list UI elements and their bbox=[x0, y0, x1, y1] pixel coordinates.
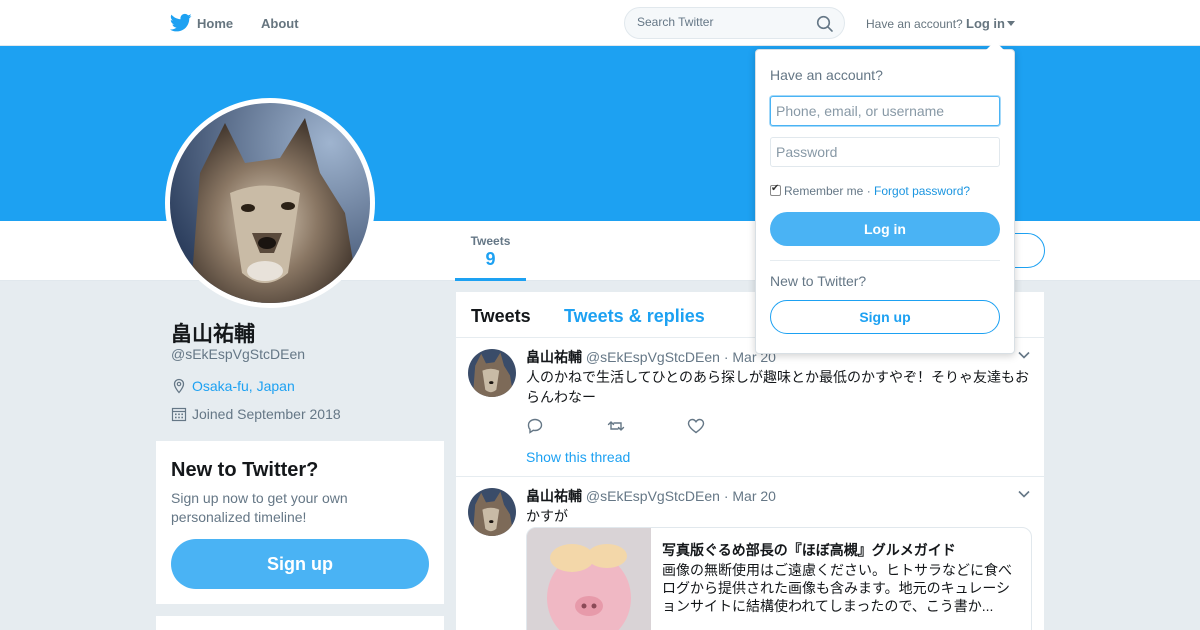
reply-icon[interactable] bbox=[526, 417, 544, 435]
password-field[interactable] bbox=[770, 137, 1000, 167]
username-field[interactable] bbox=[770, 96, 1000, 126]
nav-about-link[interactable]: About bbox=[261, 16, 299, 31]
tweet[interactable]: 畠山祐輔 @sEkEspVgStcDEen · Mar 20 かすが 写真版ぐる… bbox=[456, 477, 1044, 630]
profile-joined-text: Joined September 2018 bbox=[192, 406, 341, 422]
location-icon bbox=[173, 378, 185, 394]
tweet[interactable]: 畠山祐輔 @sEkEspVgStcDEen · Mar 20 人のかねで生活して… bbox=[456, 338, 1044, 477]
login-dropdown: Have an account? Remember me · Forgot pa… bbox=[755, 41, 1015, 354]
tweet-avatar[interactable] bbox=[468, 349, 516, 397]
tweets-stat[interactable]: Tweets 9 bbox=[455, 221, 526, 281]
search-box[interactable] bbox=[624, 7, 845, 39]
tweet-avatar[interactable] bbox=[468, 488, 516, 536]
tweets-stat-label[interactable]: Tweets bbox=[455, 234, 526, 248]
login-button[interactable]: Log in bbox=[770, 212, 1000, 246]
twitter-bird-icon[interactable] bbox=[170, 13, 192, 33]
link-preview-card[interactable]: 写真版ぐるめ部長の『ほぼ高槻』グルメガイド 画像の無断使用はご遠慮ください。ヒト… bbox=[526, 527, 1032, 630]
profile-name[interactable]: 畠山祐輔 bbox=[171, 318, 255, 348]
dropdown-divider bbox=[770, 260, 1000, 261]
like-icon[interactable] bbox=[687, 417, 705, 435]
sidebar-next-card bbox=[156, 616, 444, 630]
tweet-header: 畠山祐輔 @sEkEspVgStcDEen · Mar 20 bbox=[526, 486, 776, 506]
remember-me-row: Remember me · Forgot password? bbox=[770, 183, 970, 198]
nav-home-link[interactable]: Home bbox=[197, 16, 233, 31]
new-to-twitter-title: New to Twitter? bbox=[171, 459, 319, 481]
tweet-author-name[interactable]: 畠山祐輔 bbox=[526, 349, 582, 365]
new-to-twitter-text: Sign up now to get your own personalized… bbox=[171, 490, 348, 525]
calendar-icon bbox=[171, 407, 187, 422]
avatar-wolf-image bbox=[170, 103, 370, 303]
tweet-text: 人のかねで生活してひとのあら探しが趣味とか最低のかすやぞ！そりゃ友達もおらんわな… bbox=[526, 369, 1030, 405]
card-thumbnail[interactable] bbox=[527, 528, 651, 630]
profile-avatar[interactable] bbox=[165, 98, 375, 308]
tweet-author-handle[interactable]: @sEkEspVgStcDEen bbox=[586, 349, 720, 365]
search-icon[interactable] bbox=[816, 15, 834, 33]
profile-joined: Joined September 2018 bbox=[171, 406, 341, 422]
forgot-password-link[interactable]: Forgot password? bbox=[874, 184, 970, 198]
new-to-twitter-prompt: New to Twitter? bbox=[770, 273, 867, 289]
tweet-text: かすが bbox=[526, 508, 568, 524]
login-dropdown-title: Have an account? bbox=[770, 67, 883, 83]
sidebar-signup-button[interactable]: Sign up bbox=[171, 539, 429, 589]
login-dropdown-toggle[interactable]: Log in bbox=[966, 16, 1015, 31]
chevron-down-icon[interactable] bbox=[1018, 351, 1030, 359]
profile-location[interactable]: Osaka-fu, Japan bbox=[171, 378, 295, 394]
chevron-down-icon[interactable] bbox=[1018, 490, 1030, 498]
tab-tweets[interactable]: Tweets bbox=[471, 306, 531, 327]
card-description: 画像の無断使用はご遠慮ください。ヒトサラなどに食べログから提供された画像も含みま… bbox=[662, 562, 1012, 614]
top-nav-bar: Home About Have an account? Log in bbox=[0, 0, 1200, 46]
card-title[interactable]: 写真版ぐるめ部長の『ほぼ高槻』グルメガイド bbox=[662, 540, 956, 560]
tab-tweets-and-replies[interactable]: Tweets & replies bbox=[564, 306, 705, 327]
remember-me-label[interactable]: Remember me bbox=[784, 184, 863, 198]
remember-me-checkbox[interactable] bbox=[770, 183, 781, 196]
show-thread-link[interactable]: Show this thread bbox=[526, 449, 630, 465]
login-toggle-label[interactable]: Log in bbox=[966, 16, 1005, 31]
dropdown-arrow bbox=[986, 41, 1004, 50]
tweet-author-handle[interactable]: @sEkEspVgStcDEen bbox=[586, 488, 720, 504]
tweet-separator: · bbox=[723, 488, 729, 504]
search-input[interactable] bbox=[637, 15, 807, 29]
retweet-icon[interactable] bbox=[607, 417, 625, 435]
profile-location-text[interactable]: Osaka-fu, Japan bbox=[192, 378, 295, 394]
tweets-stat-value[interactable]: 9 bbox=[455, 249, 526, 270]
profile-handle[interactable]: @sEkEspVgStcDEen bbox=[171, 346, 305, 362]
new-to-twitter-card: New to Twitter? Sign up now to get your … bbox=[156, 441, 444, 604]
signup-button[interactable]: Sign up bbox=[770, 300, 1000, 334]
tweet-author-name[interactable]: 畠山祐輔 bbox=[526, 488, 582, 504]
have-account-text: Have an account? bbox=[866, 17, 963, 31]
remember-separator: · bbox=[866, 184, 871, 198]
caret-down-icon bbox=[1007, 21, 1015, 26]
tweet-timestamp[interactable]: Mar 20 bbox=[732, 488, 776, 504]
tweet-header: 畠山祐輔 @sEkEspVgStcDEen · Mar 20 bbox=[526, 347, 776, 367]
tweet-separator: · bbox=[723, 349, 729, 365]
